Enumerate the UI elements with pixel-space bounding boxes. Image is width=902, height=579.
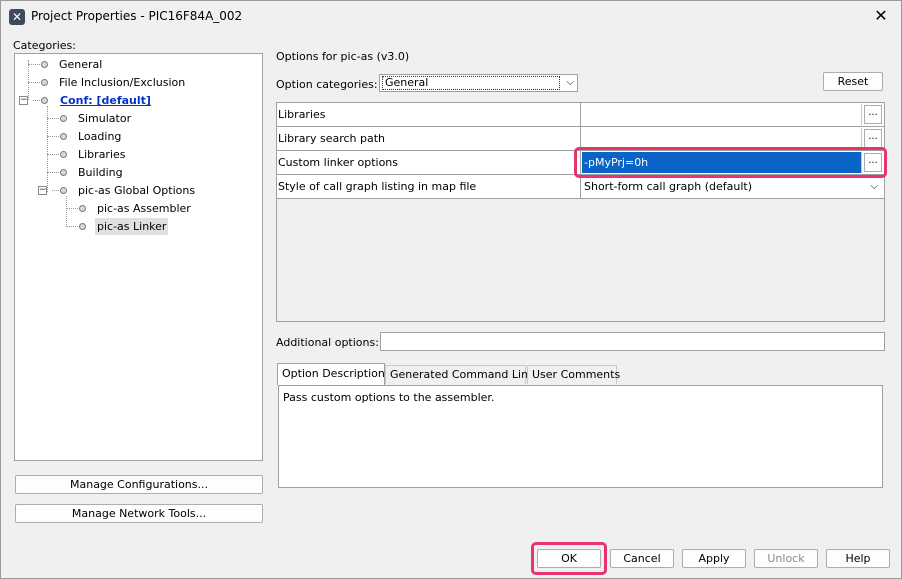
cancel-button[interactable]: Cancel [610,549,674,568]
library-search-path-input[interactable] [582,128,862,149]
tree-item-building[interactable]: Building [15,164,255,181]
node-bullet-icon [41,79,48,86]
option-categories-value: General [382,76,560,90]
libraries-input[interactable] [582,104,862,125]
additional-options-label: Additional options: [276,336,379,349]
node-bullet-icon [79,223,86,230]
tree-item-conf-default[interactable]: Conf: [default] [15,92,255,109]
options-title: Options for pic-as (v3.0) [276,50,410,63]
option-name: Custom linker options [277,151,581,175]
help-button[interactable]: Help [826,549,890,568]
node-bullet-icon [60,169,67,176]
tree-item-general[interactable]: General [15,56,255,73]
categories-tree: − − General File Inclusion/Exclusion Con… [14,53,263,461]
highlight-ok-button [531,542,607,575]
tree-item-libraries[interactable]: Libraries [15,146,255,163]
reset-button[interactable]: Reset [823,72,883,91]
option-row-call-graph-style: Style of call graph listing in map file … [277,175,884,199]
option-description-text: Pass custom options to the assembler. [283,391,495,404]
tree-item-pic-as-assembler[interactable]: pic-as Assembler [15,200,255,217]
library-search-path-browse-button[interactable]: ... [864,129,882,148]
option-name: Library search path [277,127,581,151]
tab-generated-command-line[interactable]: Generated Command Line [385,365,535,384]
node-bullet-icon [60,187,67,194]
tab-user-comments[interactable]: User Comments [527,365,620,384]
node-bullet-icon [60,151,67,158]
node-bullet-icon [60,133,67,140]
option-value-cell[interactable]: ... [581,103,884,127]
tab-option-description[interactable]: Option Description [277,363,385,385]
option-categories-select[interactable]: General ⌵ [379,74,578,92]
node-bullet-icon [41,61,48,68]
call-graph-style-value: Short-form call graph (default) [584,180,753,193]
option-description-panel: Pass custom options to the assembler. [278,385,883,488]
apply-button[interactable]: Apply [682,549,746,568]
close-icon[interactable]: ✕ [869,5,893,27]
tree-item-simulator[interactable]: Simulator [15,110,255,127]
categories-label: Categories: [13,39,76,52]
manage-configurations-button[interactable]: Manage Configurations... [15,475,263,494]
libraries-browse-button[interactable]: ... [864,105,882,124]
options-grid: Libraries ... Library search path ... Cu… [276,102,885,322]
node-bullet-icon [79,205,86,212]
tree-item-pic-as-linker[interactable]: pic-as Linker [15,218,255,235]
node-bullet-icon [60,115,67,122]
option-name: Style of call graph listing in map file [277,175,581,199]
call-graph-style-select[interactable]: Short-form call graph (default) ⌵ [581,175,884,199]
option-name: Libraries [277,103,581,127]
tree-item-file-inclusion[interactable]: File Inclusion/Exclusion [15,74,255,91]
manage-network-tools-button[interactable]: Manage Network Tools... [15,504,263,523]
chevron-down-icon: ⌵ [566,77,574,88]
window-title: Project Properties - PIC16F84A_002 [31,9,243,23]
node-bullet-icon [41,97,48,104]
tree-item-loading[interactable]: Loading [15,128,255,145]
option-row-libraries: Libraries ... [277,103,884,127]
title-bar: ✕ Project Properties - PIC16F84A_002 ✕ [1,1,901,32]
tree-item-pic-as-global-options[interactable]: pic-as Global Options [15,182,255,199]
mplab-x-icon: ✕ [9,9,25,25]
chevron-down-icon: ⌵ [870,181,878,192]
option-categories-label: Option categories: [276,78,378,91]
unlock-button[interactable]: Unlock [754,549,818,568]
highlight-custom-linker-options [574,147,887,178]
project-properties-window: ✕ Project Properties - PIC16F84A_002 ✕ C… [0,0,902,579]
additional-options-input[interactable] [380,332,885,351]
